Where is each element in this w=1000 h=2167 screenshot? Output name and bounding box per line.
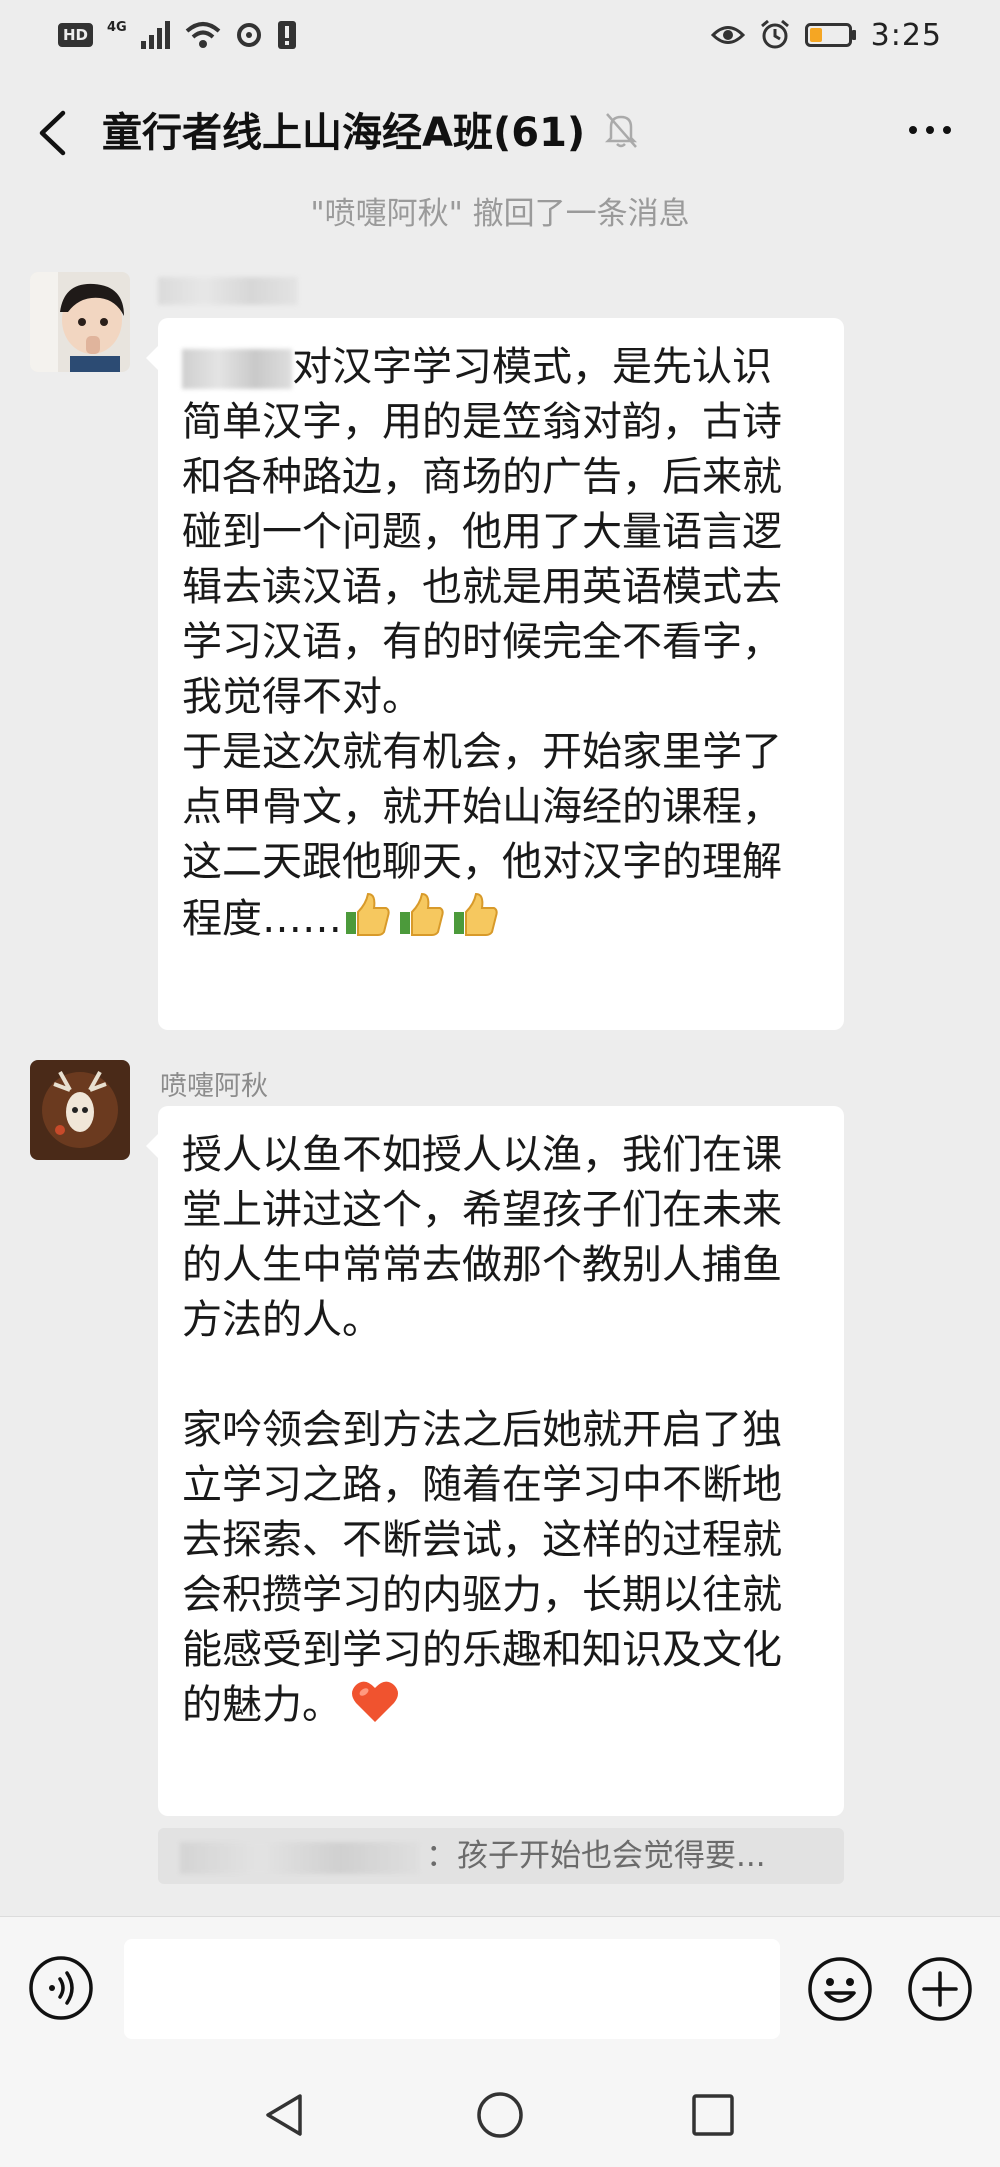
more-button[interactable]: [900, 110, 960, 150]
redacted-quote-name: [180, 1841, 420, 1874]
voice-icon[interactable]: [28, 1955, 94, 2021]
status-left: HD 4G: [58, 20, 297, 50]
eye-icon: [710, 26, 745, 44]
network-type: 4G: [107, 19, 127, 35]
sync-icon: [236, 23, 261, 47]
back-button[interactable]: [30, 108, 74, 158]
emoji-icon[interactable]: [806, 1955, 874, 2023]
redacted-name: [158, 276, 298, 305]
input-bar: [0, 1916, 1000, 2064]
message-bubble[interactable]: 授人以鱼不如授人以渔，我们在课 堂上讲过这个，希望孩子们在未来 的人生中常常去做…: [146, 1106, 844, 1816]
notification-icon: [277, 21, 296, 49]
recall-notice: "喷嚏阿秋" 撤回了一条消息: [310, 196, 690, 232]
sender-name: 喷嚏阿秋: [160, 1071, 268, 1102]
message-text: 对汉字学习模式，是先认识: [292, 344, 772, 390]
message-text: 授人以鱼不如授人以渔，我们在课 堂上讲过这个，希望孩子们在未来 的人生中常常去做…: [182, 1132, 782, 1343]
nav-back-icon[interactable]: [260, 2090, 310, 2140]
battery-icon: [804, 23, 856, 47]
quoted-reply[interactable]: ：孩子开始也会觉得要...: [158, 1828, 844, 1884]
sender-name-hidden: [158, 274, 298, 305]
avatar[interactable]: [30, 272, 130, 372]
quoted-text: ：孩子开始也会觉得要...: [426, 1838, 766, 1874]
nav-recent-icon[interactable]: [690, 2092, 736, 2138]
alarm-icon: [760, 19, 789, 49]
system-nav-bar: [0, 2064, 1000, 2167]
thumbs-up-icon: [400, 892, 444, 936]
clock: 3:25: [870, 17, 942, 53]
more-dots-icon: [909, 126, 917, 134]
back-arrow-icon: [39, 110, 66, 156]
chat-title: 童行者线上山海经A班(61): [102, 110, 586, 156]
wifi-icon: [185, 22, 221, 48]
nav-home-icon[interactable]: [475, 2090, 525, 2140]
status-bar: HD 4G 3:25: [0, 0, 1000, 70]
thumbs-up-icon: [454, 892, 498, 936]
message-input[interactable]: [124, 1939, 780, 2039]
child-avatar-image: [30, 272, 130, 372]
thumbs-up-icon: [346, 892, 390, 936]
message-bubble[interactable]: 对汉字学习模式，是先认识 简单汉字，用的是笠翁对韵，古诗 和各种路边，商场的广告…: [146, 318, 844, 1030]
message-text: 家吟领会到方法之后她就开启了独 立学习之路，随着在学习中不断地 去探索、不断尝试…: [182, 1407, 782, 1728]
hd-badge: HD: [58, 23, 94, 47]
mute-bell-icon: [604, 113, 638, 148]
chat-header: 童行者线上山海经A班(61): [0, 70, 1000, 192]
status-right: 3:25: [710, 17, 942, 53]
redacted-text: [182, 349, 292, 389]
signal-icon: [140, 21, 170, 49]
message-text: 简单汉字，用的是笠翁对韵，古诗 和各种路边，商场的广告，后来就 碰到一个问题，他…: [182, 399, 782, 942]
deer-avatar-image: [30, 1060, 130, 1160]
heart-icon: [352, 1681, 398, 1722]
avatar[interactable]: [30, 1060, 130, 1160]
plus-icon[interactable]: [906, 1955, 974, 2023]
